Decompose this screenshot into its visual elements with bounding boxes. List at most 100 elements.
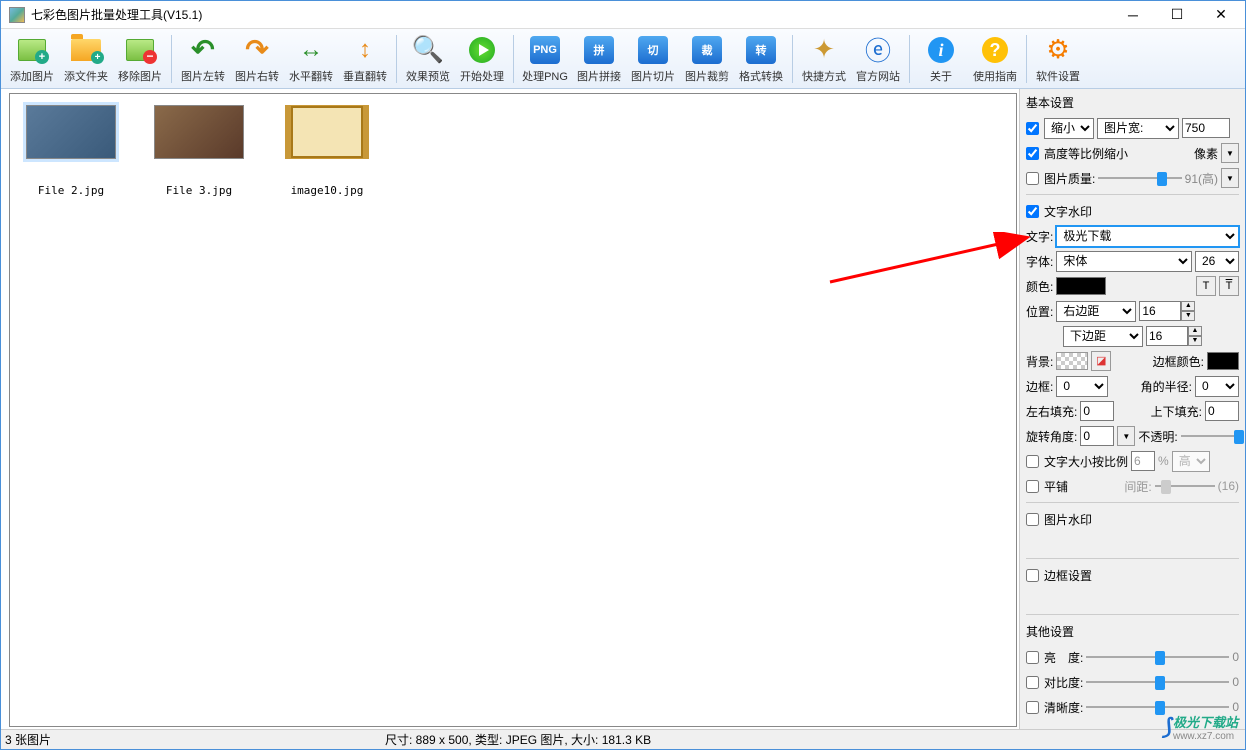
pad-h-input[interactable] [1080,401,1114,421]
toolbar-flip-v[interactable]: ↕垂直翻转 [338,32,392,86]
main-toolbar: 添加图片添文件夹移除图片↶图片左转↷图片右转↔水平翻转↕垂直翻转🔍效果预览开始处… [1,29,1245,89]
toolbar-preview[interactable]: 🔍效果预览 [401,32,455,86]
quality-dropdown[interactable]: ▼ [1221,168,1239,188]
scale-mode-select: 高 [1172,451,1210,472]
toolbar-cut[interactable]: 切图片切片 [626,32,680,86]
watermark-text-input[interactable]: 极光下载 [1056,226,1239,247]
title-bar: 七彩色图片批量处理工具(V15.1) ─ ☐ ✕ [1,1,1245,29]
border-setting-checkbox[interactable] [1026,569,1039,582]
rotate-right-label: 图片右转 [235,68,279,84]
toolbar-convert[interactable]: 转格式转换 [734,32,788,86]
image-wm-checkbox[interactable] [1026,513,1039,526]
png-icon: PNG [529,34,561,66]
corner-select[interactable]: 0 [1195,376,1239,397]
thumbnail-item[interactable]: File 3.jpg [146,102,252,197]
add-image-label: 添加图片 [10,68,54,84]
join-label: 图片拼接 [577,68,621,84]
toolbar-rotate-right[interactable]: ↷图片右转 [230,32,284,86]
pos-v-select[interactable]: 下边距 [1063,326,1143,347]
font-label: 字体: [1026,253,1053,270]
pad-v-label: 上下填充: [1151,403,1202,420]
toolbar-guide[interactable]: ?使用指南 [968,32,1022,86]
gap-label: 间距: [1124,478,1151,495]
brightness-slider[interactable] [1086,648,1229,666]
toolbar-remove-image[interactable]: 移除图片 [113,32,167,86]
quality-slider[interactable] [1098,169,1181,187]
shortcut-label: 快捷方式 [802,68,846,84]
app-icon [9,7,25,23]
bg-clear-btn[interactable]: ◪ [1091,351,1111,371]
maximize-button[interactable]: ☐ [1155,2,1199,28]
quality-value: 91(高) [1185,170,1218,187]
cut-icon: 切 [637,34,669,66]
settings-label: 软件设置 [1036,68,1080,84]
border-width-select[interactable]: 0 [1056,376,1108,397]
rotate-input[interactable] [1080,426,1114,446]
rotate-dropdown[interactable]: ▼ [1117,426,1135,446]
start-label: 开始处理 [460,68,504,84]
add-folder-icon [70,34,102,66]
start-icon [466,34,498,66]
ratio-checkbox[interactable] [1026,147,1039,160]
website-label: 官方网站 [856,68,900,84]
website-icon: ⓔ [862,34,894,66]
pos-v-spinner[interactable]: ▲▼ [1146,326,1202,346]
thumbnail-item[interactable]: File 2.jpg [18,102,124,197]
tile-checkbox[interactable] [1026,480,1039,493]
scale-checkbox[interactable] [1026,455,1039,468]
thumbnail-name: File 2.jpg [38,184,104,197]
minimize-button[interactable]: ─ [1111,2,1155,28]
font-size-select[interactable]: 26 [1195,251,1239,272]
contrast-checkbox[interactable] [1026,676,1039,689]
flip-v-label: 垂直翻转 [343,68,387,84]
toolbar-start[interactable]: 开始处理 [455,32,509,86]
toolbar-join[interactable]: 拼图片拼接 [572,32,626,86]
toolbar-add-folder[interactable]: 添文件夹 [59,32,113,86]
about-label: 关于 [930,68,952,84]
convert-icon: 转 [745,34,777,66]
corner-label: 角的半径: [1141,378,1192,395]
toolbar-rotate-left[interactable]: ↶图片左转 [176,32,230,86]
toolbar-website[interactable]: ⓔ 官方网站 [851,32,905,86]
toolbar-crop[interactable]: 裁图片裁剪 [680,32,734,86]
toolbar-flip-h[interactable]: ↔水平翻转 [284,32,338,86]
text-style-btn-2[interactable]: T [1219,276,1239,296]
opacity-slider[interactable] [1181,427,1239,445]
sharpness-slider[interactable] [1086,698,1229,716]
toolbar-add-image[interactable]: 添加图片 [5,32,59,86]
toolbar-about[interactable]: i关于 [914,32,968,86]
close-button[interactable]: ✕ [1199,2,1243,28]
width-mode-select[interactable]: 图片宽: [1097,118,1179,139]
resize-checkbox[interactable] [1026,122,1039,135]
status-info: 尺寸: 889 x 500, 类型: JPEG 图片, 大小: 181.3 KB [385,731,651,748]
rotate-left-label: 图片左转 [181,68,225,84]
toolbar-png[interactable]: PNG处理PNG [518,32,572,86]
preview-icon: 🔍 [412,34,444,66]
text-style-btn-1[interactable]: T [1196,276,1216,296]
toolbar-settings[interactable]: ⚙软件设置 [1031,32,1085,86]
pos-h-select[interactable]: 右边距 [1056,301,1136,322]
thumbnail-item[interactable]: image10.jpg [274,102,380,197]
border-color-swatch[interactable] [1207,352,1239,370]
sharpness-checkbox[interactable] [1026,701,1039,714]
unit-dropdown[interactable]: ▼ [1221,143,1239,163]
pad-v-input[interactable] [1205,401,1239,421]
scale-label: 文字大小按比例 [1044,453,1128,470]
pos-h-spinner[interactable]: ▲▼ [1139,301,1195,321]
contrast-slider[interactable] [1086,673,1229,691]
join-icon: 拼 [583,34,615,66]
contrast-label: 对比度: [1044,674,1083,691]
brightness-checkbox[interactable] [1026,651,1039,664]
thumbnails-area[interactable]: File 2.jpg File 3.jpgimage10.jpg [9,93,1017,727]
quality-checkbox[interactable] [1026,172,1039,185]
text-color-swatch[interactable] [1056,277,1106,295]
toolbar-shortcut[interactable]: ✦ 快捷方式 [797,32,851,86]
text-wm-checkbox[interactable] [1026,205,1039,218]
shortcut-icon: ✦ [808,34,840,66]
crop-label: 图片裁剪 [685,68,729,84]
bg-color-swatch[interactable] [1056,352,1088,370]
border-label: 边框: [1026,378,1053,395]
width-value-input[interactable] [1182,118,1230,138]
font-select[interactable]: 宋体 [1056,251,1192,272]
resize-mode-select[interactable]: 缩小 [1044,118,1094,139]
